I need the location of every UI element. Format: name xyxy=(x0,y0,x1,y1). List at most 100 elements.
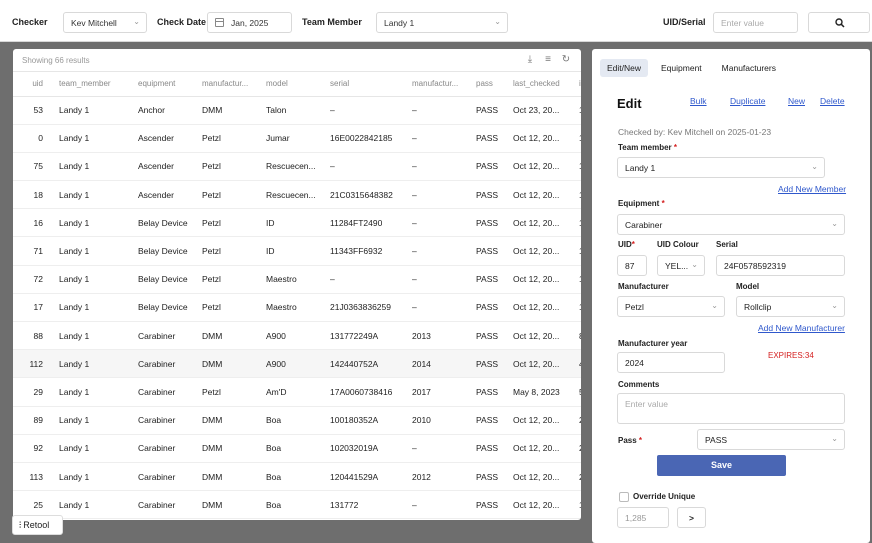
table-cell: 17 xyxy=(13,293,51,323)
table-cell: Landy 1 xyxy=(51,490,130,520)
uid-serial-input[interactable]: Enter value xyxy=(713,12,798,33)
override-value-field[interactable]: 1,285 xyxy=(617,507,669,528)
tab-manufacturers[interactable]: Manufacturers xyxy=(715,59,783,77)
table-cell: 21C0315648382 xyxy=(322,180,404,210)
checker-select[interactable]: Kev Mitchell ⌄ xyxy=(63,12,147,33)
table-cell: 131772 xyxy=(322,490,404,520)
table-cell: DMM xyxy=(194,96,258,125)
table-row[interactable]: 71 Landy 1 Belay Device Petzl ID 11343FF6932–… xyxy=(13,236,581,266)
override-unique-checkbox[interactable] xyxy=(619,492,629,502)
column-header[interactable]: pass xyxy=(468,72,505,97)
table-cell: 102032019A xyxy=(322,434,404,463)
bulk-link[interactable]: Bulk xyxy=(690,96,707,106)
download-icon[interactable]: ⤓ xyxy=(525,54,535,66)
column-header[interactable]: equipment xyxy=(130,72,194,97)
table-cell: 16E0022842185 xyxy=(322,124,404,153)
add-new-member-link[interactable]: Add New Member xyxy=(778,184,846,194)
table-row[interactable]: 112 Landy 1 Carabiner DMM A900 142440752A 2014… xyxy=(13,349,581,379)
table-row[interactable]: 53 Landy 1 Anchor DMM Talon – – PASS Oct 23, 20.… xyxy=(13,96,581,125)
manufacturer-field[interactable]: Petzl ⌄ xyxy=(617,296,725,317)
check-date-value: Jan, 2025 xyxy=(231,18,269,28)
filter-bar: Checker Kev Mitchell ⌄ Check Date Jan, 2… xyxy=(0,0,872,42)
table-cell: Oct 12, 20... xyxy=(505,208,571,238)
table-cell: Oct 12, 20... xyxy=(505,349,571,379)
delete-link[interactable]: Delete xyxy=(820,96,845,106)
new-link[interactable]: New xyxy=(788,96,805,106)
table-row[interactable]: 16 Landy 1 Belay Device Petzl ID 11284FT2490–… xyxy=(13,208,581,238)
pass-select[interactable]: PASS ⌄ xyxy=(697,429,845,450)
retool-label: Retool xyxy=(23,520,50,530)
table-cell: 5. xyxy=(571,377,581,407)
table-row[interactable]: 92 Landy 1 Carabiner DMM Boa 102032019A – PASS O… xyxy=(13,434,581,463)
uid-serial-placeholder: Enter value xyxy=(721,18,764,28)
team-member-field[interactable]: Landy 1 ⌄ xyxy=(617,157,825,178)
model-field[interactable]: Rollclip ⌄ xyxy=(736,296,845,317)
table-row[interactable]: 25 Landy 1 Carabiner DMM Boa 131772– PASS Oct 1… xyxy=(13,490,581,520)
table-cell: Carabiner xyxy=(130,321,194,351)
table-row[interactable]: 72 Landy 1 Belay Device Petzl Maestro – – PASS O… xyxy=(13,265,581,294)
table-row[interactable]: 0 Landy 1 Ascender Petzl Jumar 16E0022842185–… xyxy=(13,124,581,153)
table-row[interactable]: 18 Landy 1 Ascender Petzl Rescuecen... 21C031… xyxy=(13,180,581,210)
table-cell: Boa xyxy=(258,434,322,463)
table-cell: Boa xyxy=(258,406,322,435)
column-header[interactable]: serial xyxy=(322,72,404,97)
check-date-picker[interactable]: Jan, 2025 xyxy=(207,12,292,33)
uid-field[interactable]: 87 xyxy=(617,255,647,276)
table-cell: 2017 xyxy=(404,377,468,407)
table-cell: PASS xyxy=(468,236,505,266)
table-row[interactable]: 113 Landy 1 Carabiner DMM Boa 120441529A 2012 P… xyxy=(13,462,581,492)
uid-colour-field-value: YEL... xyxy=(665,261,689,271)
table-cell: Carabiner xyxy=(130,462,194,492)
table-cell: Anchor xyxy=(130,96,194,125)
table-cell: Oct 12, 20... xyxy=(505,406,571,435)
duplicate-link[interactable]: Duplicate xyxy=(730,96,765,106)
table-header-row: uid team_member equipment manufactur... mode… xyxy=(13,72,581,97)
uid-colour-field[interactable]: YEL... ⌄ xyxy=(657,255,705,276)
team-member-select[interactable]: Landy 1 ⌄ xyxy=(376,12,508,33)
table-cell: Landy 1 xyxy=(51,152,130,182)
table-row[interactable]: 88 Landy 1 Carabiner DMM A900 131772249A 2013 P… xyxy=(13,321,581,351)
add-new-manufacturer-link[interactable]: Add New Manufacturer xyxy=(758,323,845,333)
column-header[interactable]: last_checked xyxy=(505,72,571,97)
table-row[interactable]: 17 Landy 1 Belay Device Petzl Maestro 21J0363… xyxy=(13,293,581,323)
column-header[interactable]: ic xyxy=(571,72,581,97)
table-cell: 71 xyxy=(13,236,51,266)
table-cell: ID xyxy=(258,208,322,238)
table-row[interactable]: 29 Landy 1 Carabiner Petzl Am'D 17A0060738416… xyxy=(13,377,581,407)
table-cell: 1. xyxy=(571,152,581,182)
comments-field[interactable]: Enter value xyxy=(617,393,845,424)
filter-icon[interactable]: ≡ xyxy=(543,54,553,66)
table-cell: Oct 12, 20... xyxy=(505,152,571,182)
column-header[interactable]: manufactur... xyxy=(194,72,258,97)
table-row[interactable]: 75 Landy 1 Ascender Petzl Rescuecen... – – PASS… xyxy=(13,152,581,182)
model-field-value: Rollclip xyxy=(744,302,772,312)
table-cell: Oct 12, 20... xyxy=(505,434,571,463)
go-button[interactable]: > xyxy=(677,507,706,528)
equipment-field-value: Carabiner xyxy=(625,220,663,230)
tab-edit-new[interactable]: Edit/New xyxy=(600,59,649,77)
retool-logo-icon: ⫶ xyxy=(19,520,22,530)
tab-equipment[interactable]: Equipment xyxy=(654,59,709,77)
search-icon xyxy=(835,18,845,28)
table-cell: DMM xyxy=(194,434,258,463)
check-date-label: Check Date xyxy=(157,17,207,27)
serial-field-value: 24F0578592319 xyxy=(724,261,786,271)
table-cell: DMM xyxy=(194,349,258,379)
column-header[interactable]: uid xyxy=(13,72,51,97)
equipment-field[interactable]: Carabiner ⌄ xyxy=(617,214,845,235)
serial-field[interactable]: 24F0578592319 xyxy=(716,255,845,276)
retool-badge[interactable]: ⫶ Retool xyxy=(12,515,63,535)
column-header[interactable]: model xyxy=(258,72,322,97)
table-cell: 120441529A xyxy=(322,462,404,492)
table-row[interactable]: 89 Landy 1 Carabiner DMM Boa 100180352A 2010 PA… xyxy=(13,406,581,435)
save-button[interactable]: Save xyxy=(657,455,786,476)
table-cell: 112 xyxy=(13,349,51,379)
search-button[interactable] xyxy=(808,12,870,33)
column-header[interactable]: manufactur... xyxy=(404,72,468,97)
refresh-icon[interactable]: ↻ xyxy=(561,54,571,66)
table-cell: 1. xyxy=(571,208,581,238)
column-header[interactable]: team_member xyxy=(51,72,130,97)
team-member-label: Team Member xyxy=(302,17,362,27)
manufacturer-year-value: 2024 xyxy=(625,358,644,368)
manufacturer-year-field[interactable]: 2024 xyxy=(617,352,725,373)
